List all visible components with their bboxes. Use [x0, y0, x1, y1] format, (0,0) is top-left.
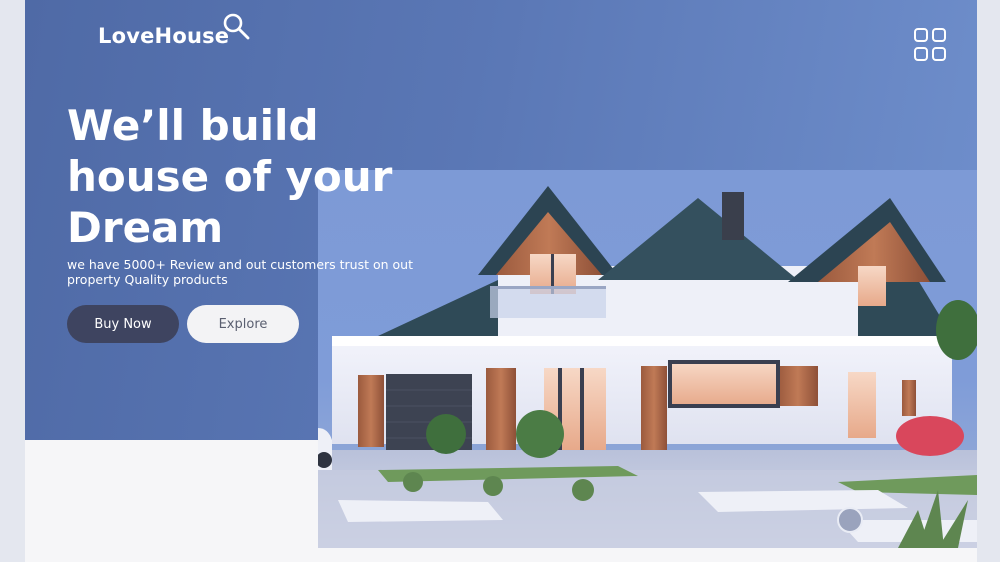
buy-now-button[interactable]: Buy Now: [67, 305, 179, 343]
headline-line: house of your: [67, 152, 393, 201]
menu-tile: [914, 28, 928, 42]
menu-tile: [914, 47, 928, 61]
brand-logo[interactable]: LoveHouse: [98, 24, 229, 48]
headline-line: We’ll build: [67, 101, 319, 150]
menu-tile: [932, 28, 946, 42]
hero-headline: We’ll build house of your Dream: [67, 100, 447, 253]
hero-subtext: we have 5000+ Review and out customers t…: [67, 257, 414, 287]
headline-line: Dream: [67, 203, 224, 252]
explore-button[interactable]: Explore: [187, 305, 299, 343]
search-icon[interactable]: [222, 12, 252, 42]
grid-menu-icon[interactable]: [914, 28, 948, 62]
menu-tile: [932, 47, 946, 61]
landing-page: LoveHouse We’ll build house of your Drea…: [25, 0, 977, 562]
